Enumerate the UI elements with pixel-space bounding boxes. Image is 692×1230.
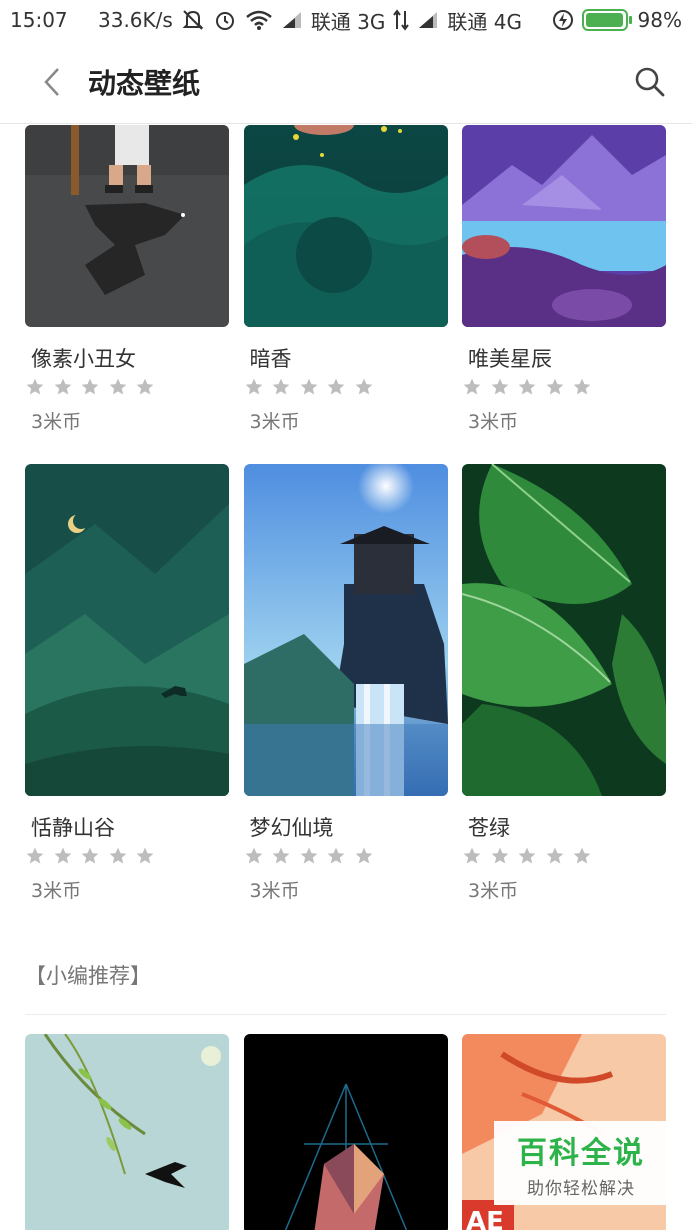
status-time: 15:07	[10, 8, 68, 32]
star-icon	[354, 844, 382, 868]
wallpaper-card[interactable]	[25, 1034, 229, 1230]
watermark-logo: 百科全说 助你轻松解决	[494, 1121, 668, 1205]
wallpaper-card[interactable]: 唯美星辰 3米币	[462, 125, 666, 434]
star-icon	[135, 375, 163, 399]
watermark-main: 百科全说	[517, 1135, 645, 1171]
wallpaper-title: 像素小丑女	[31, 347, 136, 371]
star-icon	[299, 375, 327, 399]
status-bar: 15:07 33.6K/s 联通 3G 联通 4G 98%	[0, 0, 692, 40]
wallpaper-title: 苍绿	[468, 816, 510, 840]
wallpaper-price: 3米币	[468, 411, 519, 433]
star-icon	[517, 375, 545, 399]
signal-icon	[417, 10, 439, 30]
search-icon	[635, 67, 665, 96]
section-title-editor-picks: 【小编推荐】	[25, 964, 151, 988]
carrier-2: 联通 4G	[447, 9, 522, 34]
wallpaper-title: 梦幻仙境	[249, 816, 334, 840]
star-icon	[108, 375, 136, 399]
star-icon	[271, 844, 299, 868]
star-rating	[462, 844, 666, 868]
charging-icon	[552, 9, 574, 31]
star-icon	[244, 844, 272, 868]
wallpaper-list[interactable]: 像素小丑女 3米币 暗香 3米币 唯美星辰 3米币 恬静山谷 3米币 梦幻仙境 …	[0, 125, 692, 1230]
wallpaper-card[interactable]	[243, 1034, 448, 1230]
wallpaper-price: 3米币	[31, 411, 82, 433]
wallpaper-thumbnail-starry-lake[interactable]	[462, 125, 666, 327]
star-icon	[53, 844, 81, 868]
wifi-icon	[245, 9, 273, 31]
wallpaper-thumbnail-green-leaves[interactable]	[462, 464, 666, 796]
star-icon	[572, 375, 600, 399]
wallpaper-card[interactable]: 像素小丑女 3米币	[25, 125, 229, 434]
star-rating	[462, 375, 666, 399]
wallpaper-card[interactable]: 梦幻仙境 3米币	[243, 464, 448, 903]
star-icon	[326, 375, 354, 399]
back-chevron-icon	[44, 67, 59, 96]
star-rating	[25, 375, 229, 399]
star-icon	[108, 844, 136, 868]
star-icon	[462, 844, 490, 868]
back-button[interactable]	[16, 40, 88, 124]
search-button[interactable]	[608, 40, 692, 124]
wallpaper-card[interactable]: 苍绿 3米币	[462, 464, 666, 903]
ae-badge: AE	[466, 1207, 504, 1230]
star-icon	[354, 375, 382, 399]
star-icon	[80, 844, 108, 868]
wallpaper-card[interactable]: 暗香 3米币	[243, 125, 448, 434]
watermark-sub: 助你轻松解决	[527, 1178, 635, 1199]
star-icon	[462, 375, 490, 399]
star-icon	[299, 844, 327, 868]
signal-icon	[281, 10, 303, 30]
data-arrows-icon	[393, 9, 410, 31]
star-rating	[244, 375, 448, 399]
wallpaper-thumbnail-geometric-prism[interactable]	[243, 1034, 448, 1230]
wallpaper-row-2: 恬静山谷 3米币 梦幻仙境 3米币 苍绿 3米币	[25, 464, 666, 903]
star-icon	[25, 375, 53, 399]
wallpaper-card[interactable]: 恬静山谷 3米币	[25, 464, 229, 903]
wallpaper-price: 3米币	[468, 880, 519, 902]
star-icon	[135, 844, 163, 868]
wallpaper-row-1: 像素小丑女 3米币 暗香 3米币 唯美星辰 3米币	[25, 125, 666, 434]
wallpaper-price: 3米币	[249, 880, 300, 902]
star-icon	[244, 375, 272, 399]
star-icon	[490, 844, 518, 868]
wallpaper-thumbnail-quiet-valley[interactable]	[25, 464, 229, 796]
wallpaper-thumbnail-fairyland[interactable]	[243, 464, 448, 796]
wallpaper-title: 恬静山谷	[31, 816, 115, 840]
wallpaper-thumbnail-pixel-clown[interactable]	[25, 125, 229, 327]
star-icon	[53, 375, 81, 399]
wallpaper-title: 暗香	[249, 347, 292, 371]
alarm-icon	[213, 9, 237, 31]
star-icon	[490, 375, 518, 399]
star-icon	[326, 844, 354, 868]
page-title: 动态壁纸	[88, 66, 201, 100]
carrier-1: 联通 3G	[310, 9, 386, 34]
star-rating	[244, 844, 448, 868]
title-bar: 动态壁纸	[0, 40, 692, 124]
star-icon	[545, 375, 573, 399]
status-net-speed: 33.6K/s	[98, 8, 173, 32]
star-icon	[25, 844, 53, 868]
star-icon	[572, 844, 600, 868]
mute-icon	[181, 9, 205, 31]
section-divider	[25, 1014, 666, 1015]
wallpaper-price: 3米币	[31, 880, 82, 902]
wallpaper-price: 3米币	[249, 411, 300, 433]
wallpaper-title: 唯美星辰	[468, 347, 552, 371]
star-icon	[271, 375, 299, 399]
battery-percent: 98%	[637, 8, 682, 32]
wallpaper-thumbnail-willow-swallow[interactable]	[25, 1034, 229, 1230]
wallpaper-thumbnail-lotus[interactable]	[243, 125, 448, 327]
star-rating	[25, 844, 229, 868]
star-icon	[80, 375, 108, 399]
star-icon	[545, 844, 573, 868]
battery-icon	[581, 9, 632, 31]
star-icon	[517, 844, 545, 868]
